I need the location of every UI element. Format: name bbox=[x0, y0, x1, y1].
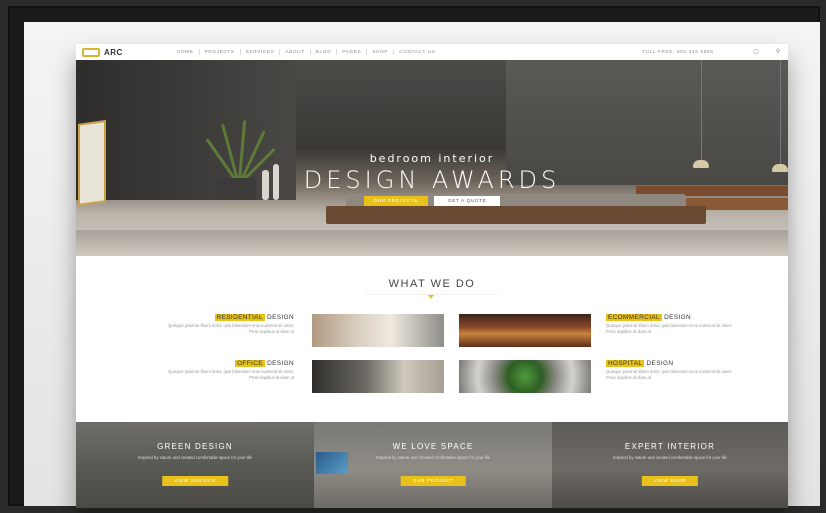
screen-backdrop: ARC HOME PROJECTS SERVICES ABOUT BLOG PA… bbox=[24, 22, 820, 508]
panel-description: Inspired by nature and created comfortab… bbox=[375, 455, 491, 460]
panel-green-design: GREEN DESIGN Inspired by nature and crea… bbox=[76, 422, 314, 508]
toll-free-number: TOLL FREE: 800 345 6889 bbox=[642, 49, 714, 54]
view-service-button[interactable]: VIEW SERVICE bbox=[162, 476, 228, 486]
service-suffix: DESIGN bbox=[664, 314, 692, 321]
top-navigation: ARC HOME PROJECTS SERVICES ABOUT BLOG PA… bbox=[76, 44, 788, 60]
panel-expert-interior: EXPERT INTERIOR Inspired by nature and c… bbox=[552, 422, 788, 508]
logo[interactable]: ARC bbox=[82, 47, 123, 58]
website-mockup: ARC HOME PROJECTS SERVICES ABOUT BLOG PA… bbox=[76, 44, 788, 508]
get-a-quote-button[interactable]: GET A QUOTE bbox=[433, 196, 501, 206]
service-description: Quisque pulvinar libero dolor, quis bibe… bbox=[168, 323, 294, 334]
service-description: Quisque pulvinar libero dolor, quis bibe… bbox=[606, 369, 732, 380]
service-highlight: OFFICE bbox=[235, 360, 265, 367]
panel-title: WE LOVE SPACE bbox=[392, 442, 474, 451]
bed-frame bbox=[326, 206, 706, 224]
menu-item-projects[interactable]: PROJECTS bbox=[200, 49, 241, 55]
view-shop-button[interactable]: VIEW SHOP bbox=[641, 476, 699, 486]
service-heading: ECOMMERCIAL DESIGN bbox=[606, 314, 738, 322]
menu-item-home[interactable]: HOME bbox=[172, 49, 200, 55]
service-heading: RESIDENTIAL DESIGN bbox=[162, 314, 294, 322]
service-suffix: DESIGN bbox=[267, 360, 294, 367]
main-menu: HOME PROJECTS SERVICES ABOUT BLOG PAGES … bbox=[172, 49, 441, 55]
pendant-lamp-cord bbox=[780, 60, 781, 164]
screen-frame: ARC HOME PROJECTS SERVICES ABOUT BLOG PA… bbox=[8, 6, 820, 508]
service-heading: OFFICE DESIGN bbox=[162, 360, 294, 368]
service-highlight: ECOMMERCIAL bbox=[606, 314, 662, 321]
service-description: Quisque pulvinar libero dolor, quis bibe… bbox=[606, 323, 732, 334]
service-residential: RESIDENTIAL DESIGN Quisque pulvinar libe… bbox=[162, 314, 294, 334]
logo-text: ARC bbox=[104, 48, 123, 57]
menu-item-services[interactable]: SERVICES bbox=[241, 49, 281, 55]
panel-description: Inspired by nature and created comfortab… bbox=[612, 455, 728, 460]
pendant-lamp-cord bbox=[701, 60, 702, 160]
service-highlight: RESIDENTIAL bbox=[214, 314, 265, 321]
service-office: OFFICE DESIGN Quisque pulvinar libero do… bbox=[162, 360, 294, 380]
service-highlight: HOSPITAL bbox=[606, 360, 645, 367]
service-ecommercial: ECOMMERCIAL DESIGN Quisque pulvinar libe… bbox=[606, 314, 738, 334]
panel-title: GREEN DESIGN bbox=[157, 442, 233, 451]
cart-icon[interactable]: ▢ bbox=[752, 48, 760, 56]
panel-title: EXPERT INTERIOR bbox=[624, 442, 716, 451]
logo-mark-icon bbox=[82, 48, 100, 57]
search-icon[interactable]: ⚲ bbox=[774, 48, 782, 56]
hero-title: DESIGN AWARDS bbox=[303, 166, 561, 194]
hero-buttons: OUR PROJECTS GET A QUOTE bbox=[76, 196, 788, 206]
feature-panels: GREEN DESIGN Inspired by nature and crea… bbox=[76, 422, 788, 508]
service-heading: HOSPITAL DESIGN bbox=[606, 360, 738, 368]
our-projects-button[interactable]: OUR PROJECTS bbox=[363, 196, 428, 206]
ecommercial-thumbnail[interactable] bbox=[459, 314, 591, 347]
hospital-thumbnail[interactable] bbox=[459, 360, 591, 393]
service-suffix: DESIGN bbox=[646, 360, 674, 367]
hero-banner: bedroom interior DESIGN AWARDS OUR PROJE… bbox=[76, 60, 788, 256]
chevron-down-icon bbox=[428, 295, 434, 299]
section-title: WHAT WE DO bbox=[388, 278, 476, 290]
menu-item-contact[interactable]: CONTACT US bbox=[394, 49, 440, 55]
service-description: Quisque pulvinar libero dolor, quis bibe… bbox=[168, 369, 294, 380]
service-hospital: HOSPITAL DESIGN Quisque pulvinar libero … bbox=[606, 360, 738, 380]
floor bbox=[76, 230, 788, 256]
service-suffix: DESIGN bbox=[267, 314, 294, 321]
hero-subtitle: bedroom interior bbox=[369, 152, 495, 165]
menu-item-shop[interactable]: SHOP bbox=[367, 49, 395, 55]
panel-we-love-space: WE LOVE SPACE Inspired by nature and cre… bbox=[314, 422, 552, 508]
menu-item-about[interactable]: ABOUT bbox=[280, 49, 311, 55]
menu-item-pages[interactable]: PAGES bbox=[337, 49, 368, 55]
office-thumbnail[interactable] bbox=[312, 360, 444, 393]
panel-description: Inspired by nature and created comfortab… bbox=[137, 455, 253, 460]
menu-item-blog[interactable]: BLOG bbox=[311, 49, 338, 55]
our-project-button[interactable]: OUR PROJECT bbox=[400, 476, 466, 486]
residential-thumbnail[interactable] bbox=[312, 314, 444, 347]
